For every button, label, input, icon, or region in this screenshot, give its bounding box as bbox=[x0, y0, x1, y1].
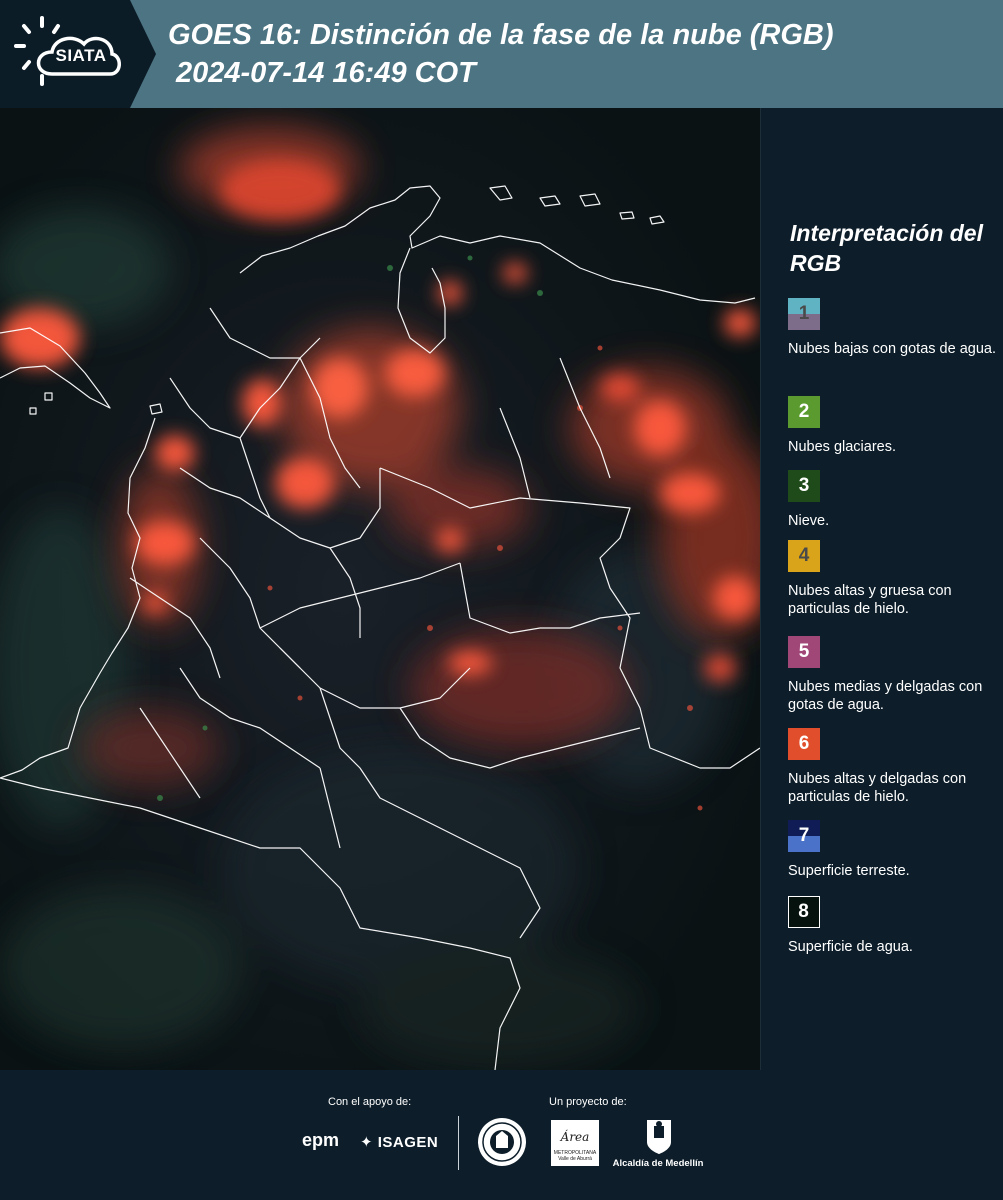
isagen-label: ISAGEN bbox=[377, 1134, 439, 1151]
legend-item-2: 2 Nubes glaciares. bbox=[788, 396, 1003, 456]
footer: Con el apoyo de: Un proyecto de: epm ✦ I… bbox=[0, 1070, 1003, 1200]
header-chevron bbox=[130, 0, 156, 108]
rgb-composite-image bbox=[0, 108, 760, 1070]
legend-title: Interpretación del RGB bbox=[790, 220, 983, 276]
epm-logo[interactable]: epm bbox=[302, 1130, 339, 1151]
legend-label: Nieve. bbox=[788, 513, 830, 529]
isagen-icon: ✦ bbox=[360, 1134, 374, 1151]
legend-swatch: 5 bbox=[788, 636, 820, 668]
isagen-logo[interactable]: ✦ ISAGEN bbox=[360, 1133, 438, 1151]
legend-item-8: 8 Superficie de agua. bbox=[788, 896, 1003, 956]
legend-label: Nubes altas y delgadas con particulas de… bbox=[788, 771, 967, 805]
legend-swatch: 1 bbox=[788, 298, 820, 330]
legend-number: 3 bbox=[798, 475, 810, 496]
legend-label: Nubes medias y delgadas con gotas de agu… bbox=[788, 679, 983, 713]
legend-number: 7 bbox=[798, 825, 810, 846]
legend-number: 4 bbox=[798, 545, 810, 566]
medellin-shield-icon[interactable] bbox=[645, 1118, 673, 1156]
page-title: GOES 16: Distinción de la fase de la nub… bbox=[168, 19, 834, 51]
legend-swatch: 3 bbox=[788, 470, 820, 502]
area-metropolitana-logo[interactable]: Área METROPOLITANA Valle de Aburrá bbox=[551, 1120, 599, 1166]
legend-item-1: 1 Nubes bajas con gotas de agua. bbox=[788, 298, 1003, 358]
legend-number: 8 bbox=[798, 901, 809, 922]
legend-label: Superficie terreste. bbox=[788, 863, 910, 879]
legend-item-6: 6 Nubes altas y delgadas con particulas … bbox=[788, 728, 1003, 806]
header-bar: SIATA GOES 16: Distinción de la fase de … bbox=[0, 0, 1003, 108]
legend-label: Nubes glaciares. bbox=[788, 439, 896, 455]
support-label: Con el apoyo de: bbox=[328, 1096, 412, 1108]
legend-swatch: 6 bbox=[788, 728, 820, 760]
area-logo-text: Área bbox=[560, 1130, 590, 1144]
legend-item-4: 4 Nubes altas y gruesa con particulas de… bbox=[788, 540, 1003, 618]
medellin-label: Alcaldía de Medellín bbox=[612, 1158, 704, 1169]
satellite-map[interactable] bbox=[0, 108, 761, 1070]
logo-text: SIATA bbox=[55, 46, 107, 65]
legend-swatch: 8 bbox=[788, 896, 820, 928]
legend-number: 2 bbox=[798, 401, 810, 422]
footer-divider bbox=[458, 1116, 459, 1170]
legend-swatch: 2 bbox=[788, 396, 820, 428]
legend-item-3: 3 Nieve. bbox=[788, 470, 1003, 530]
legend-label: Nubes bajas con gotas de agua. bbox=[788, 341, 996, 357]
siata-logo[interactable]: SIATA bbox=[0, 0, 130, 108]
area-logo-subtext: METROPOLITANA Valle de Aburrá bbox=[553, 1150, 597, 1162]
legend-item-7: 7 Superficie terreste. bbox=[788, 820, 1003, 880]
legend-number: 5 bbox=[798, 641, 810, 662]
legend-panel: Interpretación del RGB 1 Nubes bajas con… bbox=[762, 108, 1003, 1070]
legend-number: 1 bbox=[798, 303, 810, 324]
legend-label: Nubes altas y gruesa con particulas de h… bbox=[788, 583, 952, 617]
legend-number: 6 bbox=[798, 733, 810, 754]
university-seal-icon[interactable] bbox=[476, 1116, 528, 1168]
legend-swatch: 4 bbox=[788, 540, 820, 572]
legend-item-5: 5 Nubes medias y delgadas con gotas de a… bbox=[788, 636, 1003, 714]
legend-label: Superficie de agua. bbox=[788, 939, 913, 955]
project-label: Un proyecto de: bbox=[549, 1096, 627, 1108]
legend-swatch: 7 bbox=[788, 820, 820, 852]
timestamp: 2024-07-14 16:49 COT bbox=[176, 57, 476, 89]
